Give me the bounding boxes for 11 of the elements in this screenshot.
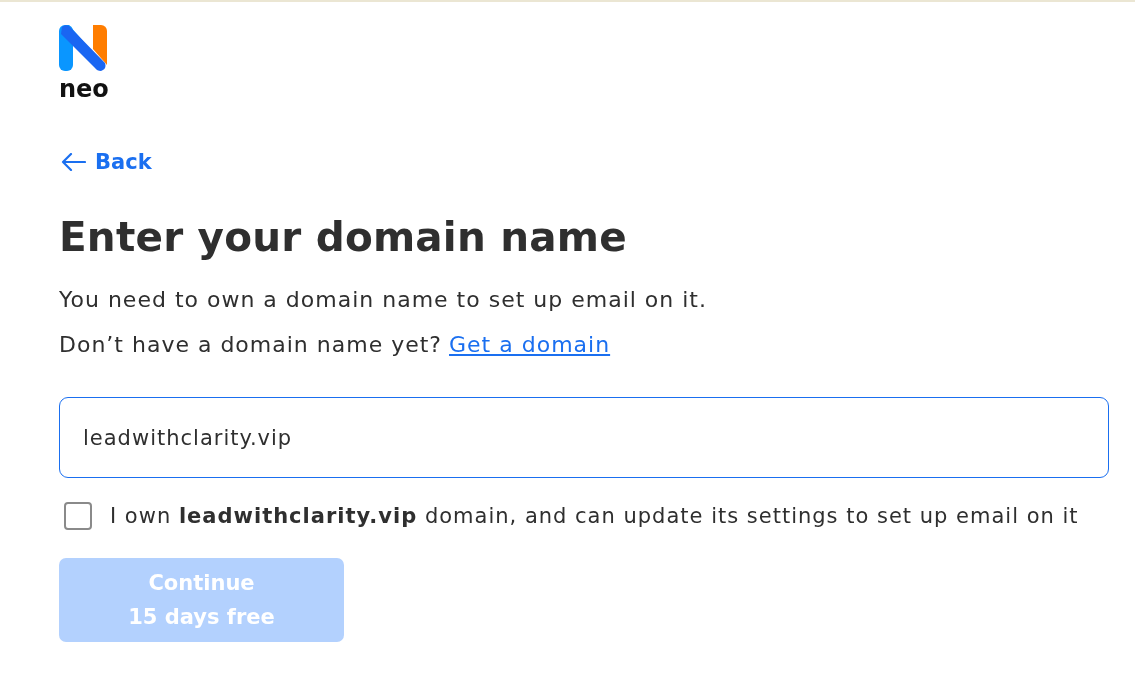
intro-text: You need to own a domain name to set up email on it. — [59, 286, 707, 314]
intro-text: Don’t have a domain name yet? — [59, 331, 443, 359]
ownership-label: I own leadwithclarity.vip domain, and can update its settings to set up email on it — [110, 503, 1079, 530]
page-heading: Enter your domain name — [59, 212, 627, 263]
checkbox[interactable] — [64, 502, 92, 530]
domain-input-field[interactable]: leadwithclarity.vip — [59, 397, 1109, 478]
logo-icon — [59, 25, 107, 71]
get-domain-link[interactable]: Get a domain — [449, 330, 611, 360]
back-link[interactable]: Back — [59, 148, 152, 176]
arrow-left-icon — [61, 153, 86, 171]
logo-wordmark: neo — [59, 77, 109, 101]
